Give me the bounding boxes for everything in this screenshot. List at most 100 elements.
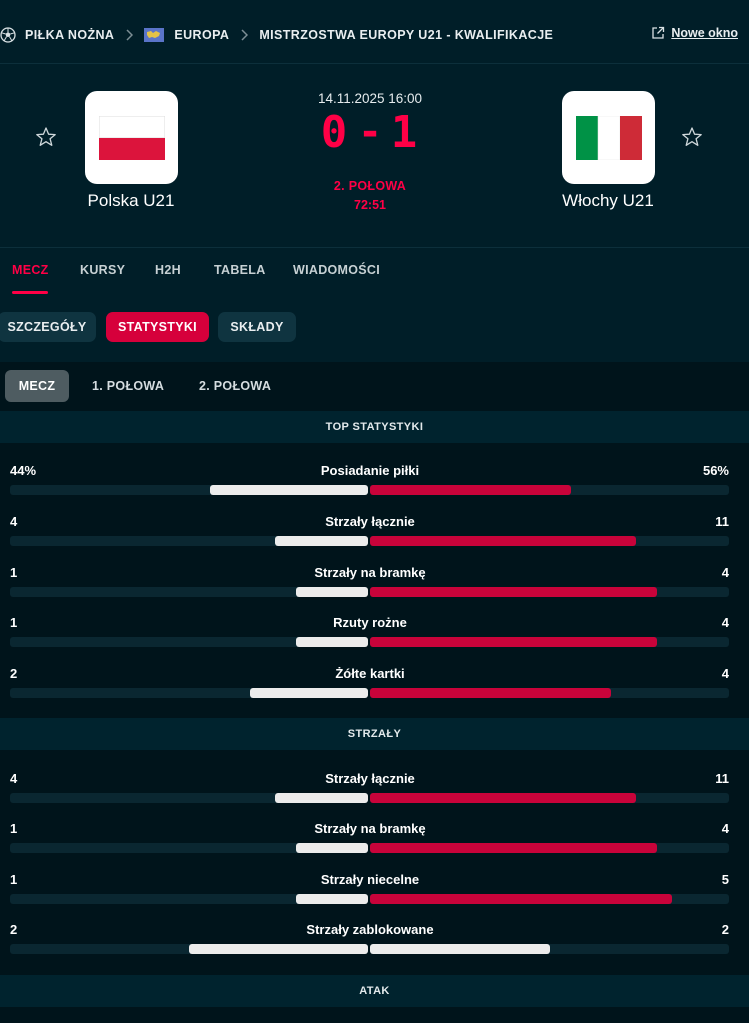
- breadcrumb-region[interactable]: EUROPA: [144, 28, 229, 42]
- italy-flag-icon: [575, 115, 642, 160]
- stat-home-bar: [296, 894, 368, 904]
- match-status: 2. POŁOWA: [333, 179, 407, 193]
- stat-away-track: [370, 944, 729, 954]
- stat-away-track: [370, 894, 729, 904]
- stat-home-bar: [210, 485, 368, 495]
- subtab-statistics[interactable]: STATYSTYKI: [106, 312, 209, 342]
- stat-home-value: 4: [10, 771, 18, 786]
- new-window-link[interactable]: Nowe okno: [651, 26, 738, 40]
- stat-home-track: [10, 637, 368, 647]
- stat-label: Strzały łącznie: [325, 514, 415, 529]
- period-second-half[interactable]: 2. POŁOWA: [185, 370, 285, 402]
- stat-row: 4 Strzały łącznie 11: [0, 771, 749, 813]
- scoreboard: 0 - 1: [270, 107, 470, 164]
- stat-away-track: [370, 587, 729, 597]
- period-first-half[interactable]: 1. POŁOWA: [78, 370, 178, 402]
- stat-home-value: 2: [10, 666, 18, 681]
- stat-label: Strzały zablokowane: [306, 922, 434, 937]
- europe-flag-icon: [144, 28, 165, 42]
- stat-away-bar: [370, 944, 550, 954]
- match-header: Polska U21 14.11.2025 16:00 0 - 1 2. POŁ…: [0, 64, 749, 248]
- stat-home-track: [10, 587, 368, 597]
- tab-h2h[interactable]: H2H: [155, 263, 181, 277]
- star-outline-icon[interactable]: [681, 126, 703, 148]
- chevron-right-icon: [125, 29, 134, 41]
- section-header-attack: ATAK: [0, 975, 749, 1007]
- stat-row: 1 Strzały niecelne 5: [0, 872, 749, 914]
- stat-home-bar: [296, 637, 368, 647]
- active-tab-indicator: [12, 291, 48, 294]
- breadcrumb-competition-label: MISTRZOSTWA EUROPY U21 - KWALIFIKACJE: [259, 28, 554, 42]
- tab-news[interactable]: WIADOMOŚCI: [293, 263, 380, 277]
- new-window-label: Nowe okno: [671, 26, 738, 40]
- stat-label: Żółte kartki: [335, 666, 405, 681]
- home-score: 0: [321, 108, 348, 158]
- stat-home-bar: [249, 688, 368, 698]
- soccer-ball-icon: [0, 27, 16, 43]
- breadcrumb-sport-label: PIŁKA NOŻNA: [25, 28, 115, 42]
- breadcrumb-bar: PIŁKA NOŻNA EUROPA MISTRZOSTWA EUROPY U2…: [0, 0, 749, 64]
- away-team-logo[interactable]: [562, 91, 655, 184]
- external-link-icon: [651, 26, 665, 40]
- subtab-pills: SZCZEGÓŁY STATYSTYKI SKŁADY: [0, 312, 749, 344]
- stat-home-value: 1: [10, 565, 18, 580]
- stat-away-value: 4: [721, 615, 729, 630]
- stat-away-track: [370, 637, 729, 647]
- home-team-name[interactable]: Polska U21: [31, 191, 231, 211]
- match-minute: 72:51: [354, 198, 386, 212]
- stat-label: Strzały na bramkę: [314, 821, 426, 836]
- stat-row: 44% Posiadanie piłki 56%: [0, 463, 749, 505]
- stat-away-track: [370, 688, 729, 698]
- subtab-details[interactable]: SZCZEGÓŁY: [0, 312, 96, 342]
- chevron-right-icon: [240, 29, 249, 41]
- stat-away-bar: [370, 894, 672, 904]
- stat-away-bar: [370, 587, 658, 597]
- home-team-logo[interactable]: [85, 91, 178, 184]
- stat-row: 2 Żółte kartki 4: [0, 666, 749, 708]
- stat-away-value: 11: [715, 771, 729, 786]
- star-outline-icon[interactable]: [35, 126, 57, 148]
- stat-home-bar: [189, 944, 368, 954]
- tab-odds[interactable]: KURSY: [80, 263, 125, 277]
- stat-away-bar: [370, 536, 636, 546]
- stat-home-value: 1: [10, 872, 18, 887]
- stat-label: Strzały łącznie: [325, 771, 415, 786]
- stat-away-value: 4: [721, 565, 729, 580]
- subtab-lineups[interactable]: SKŁADY: [218, 312, 296, 342]
- tab-match[interactable]: MECZ: [12, 263, 49, 277]
- breadcrumb-competition[interactable]: MISTRZOSTWA EUROPY U21 - KWALIFIKACJE: [259, 28, 553, 42]
- stat-away-track: [370, 843, 729, 853]
- stat-away-bar: [370, 793, 636, 803]
- stat-away-value: 11: [715, 514, 729, 529]
- stat-label: Strzały na bramkę: [314, 565, 426, 580]
- stat-home-track: [10, 536, 368, 546]
- stat-home-track: [10, 485, 368, 495]
- stat-home-track: [10, 944, 368, 954]
- stat-away-track: [370, 485, 729, 495]
- stat-home-track: [10, 843, 368, 853]
- stat-home-bar: [296, 587, 368, 597]
- stat-away-value: 5: [721, 872, 729, 887]
- stat-label: Strzały niecelne: [320, 872, 420, 887]
- stat-home-value: 1: [10, 615, 18, 630]
- stat-home-track: [10, 793, 368, 803]
- poland-flag-icon: [98, 115, 165, 160]
- away-score: 1: [391, 108, 418, 158]
- period-match[interactable]: MECZ: [5, 370, 69, 402]
- match-datetime: 14.11.2025 16:00: [317, 91, 423, 106]
- stat-away-value: 4: [721, 821, 729, 836]
- stat-home-value: 4: [10, 514, 18, 529]
- away-team-name[interactable]: Włochy U21: [508, 191, 708, 211]
- stat-row: 1 Strzały na bramkę 4: [0, 565, 749, 607]
- stat-home-bar: [274, 793, 368, 803]
- stat-away-bar: [370, 843, 658, 853]
- stat-home-track: [10, 894, 368, 904]
- stat-home-value: 1: [10, 821, 18, 836]
- stat-away-value: 4: [721, 666, 729, 681]
- stat-away-value: 2: [721, 922, 729, 937]
- stat-away-bar: [370, 688, 611, 698]
- tab-table[interactable]: TABELA: [214, 263, 266, 277]
- breadcrumb-sport[interactable]: PIŁKA NOŻNA: [0, 27, 114, 43]
- stat-label: Rzuty rożne: [333, 615, 407, 630]
- stat-away-value: 56%: [702, 463, 729, 478]
